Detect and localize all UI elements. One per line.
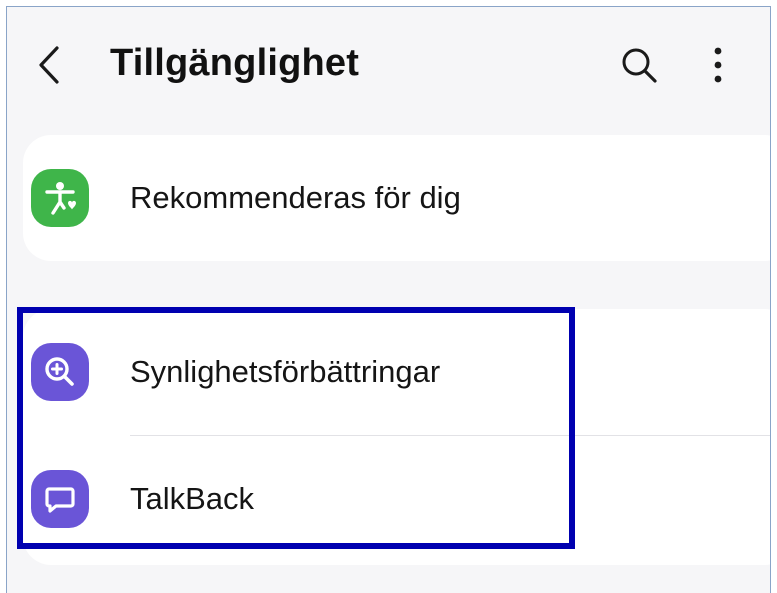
accessibility-heart-icon bbox=[31, 169, 89, 227]
accessibility-settings-screen: Tillgänglighet Rekommenderas för dig Syn… bbox=[6, 6, 771, 593]
vision-card: Synlighetsförbättringar TalkBack bbox=[23, 309, 770, 565]
list-item-label: TalkBack bbox=[130, 481, 255, 516]
list-item-talkback[interactable]: TalkBack bbox=[23, 436, 770, 562]
chevron-left-icon bbox=[39, 46, 59, 84]
list-item-recommended[interactable]: Rekommenderas för dig bbox=[23, 135, 770, 261]
zoom-in-icon bbox=[31, 343, 89, 401]
more-vertical-icon bbox=[714, 47, 722, 83]
page-title: Tillgänglighet bbox=[110, 42, 360, 84]
app-bar: Tillgänglighet bbox=[7, 7, 770, 117]
speech-bubble-icon bbox=[31, 470, 89, 528]
search-icon bbox=[622, 48, 657, 83]
more-options-button[interactable] bbox=[703, 43, 733, 87]
search-button[interactable] bbox=[617, 43, 661, 87]
list-item-label: Rekommenderas för dig bbox=[130, 180, 461, 215]
back-button[interactable] bbox=[29, 39, 69, 91]
list-item-label: Synlighetsförbättringar bbox=[130, 354, 441, 389]
list-item-visibility-enhancements[interactable]: Synlighetsförbättringar bbox=[23, 309, 770, 435]
recommended-card: Rekommenderas för dig bbox=[23, 135, 770, 261]
